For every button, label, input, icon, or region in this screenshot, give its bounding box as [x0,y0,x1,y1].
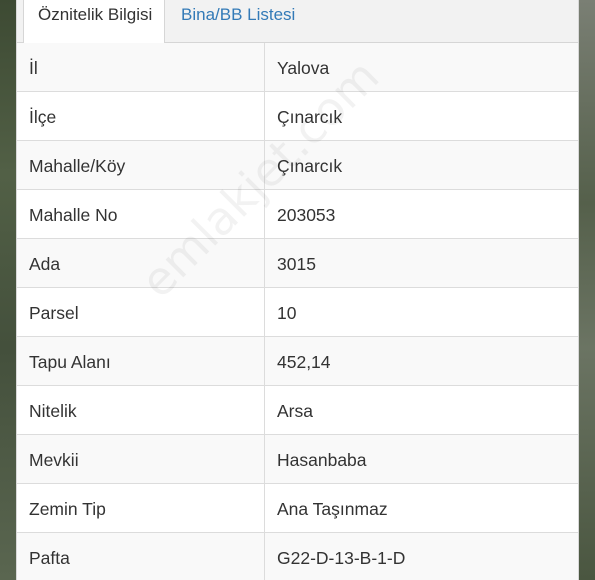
row-label: Mevkii [29,450,79,470]
tab-bar: Öznitelik Bilgisi Bina/BB Listesi [17,0,578,44]
row-value: G22-D-13-B-1-D [277,548,406,568]
tab-attribute-info[interactable]: Öznitelik Bilgisi [23,0,165,44]
row-value: 203053 [277,205,336,225]
row-label: İl [29,58,38,78]
map-background-left [0,0,16,580]
row-label: Tapu Alanı [29,352,111,372]
table-row: Mahalle/Köy Çınarcık [17,141,578,190]
tab-building-list[interactable]: Bina/BB Listesi [167,0,327,43]
row-value: 3015 [277,254,316,274]
table-row: Nitelik Arsa [17,386,578,435]
row-label: Ada [29,254,61,274]
row-label: Mahalle/Köy [29,156,126,176]
table-row: Ada 3015 [17,239,578,288]
table-row: Pafta G22-D-13-B-1-D [17,533,578,580]
row-label: Zemin Tip [29,499,106,519]
table-row: Mahalle No 203053 [17,190,578,239]
row-value: 10 [277,303,297,323]
row-label: İlçe [29,107,57,127]
row-label: Pafta [29,548,70,568]
row-value: Hasanbaba [277,450,367,470]
table-row: Zemin Tip Ana Taşınmaz [17,484,578,533]
row-value: 452,14 [277,352,331,372]
row-value: Çınarcık [277,107,343,127]
row-value: Çınarcık [277,156,343,176]
table-row: İlçe Çınarcık [17,92,578,141]
row-label: Mahalle No [29,205,118,225]
row-value: Arsa [277,401,313,421]
table-row: İl Yalova [17,43,578,92]
row-label: Nitelik [29,401,77,421]
table-row: Parsel 10 [17,288,578,337]
attribute-info-panel: Öznitelik Bilgisi Bina/BB Listesi İl Yal… [16,0,579,580]
table-row: Mevkii Hasanbaba [17,435,578,484]
row-value: Ana Taşınmaz [277,499,388,519]
attribute-table: İl Yalova İlçe Çınarcık Mahalle/Köy Çına… [17,43,578,580]
row-value: Yalova [277,58,330,78]
map-background-right [579,0,595,580]
row-label: Parsel [29,303,79,323]
table-row: Tapu Alanı 452,14 [17,337,578,386]
column-divider [264,43,265,580]
